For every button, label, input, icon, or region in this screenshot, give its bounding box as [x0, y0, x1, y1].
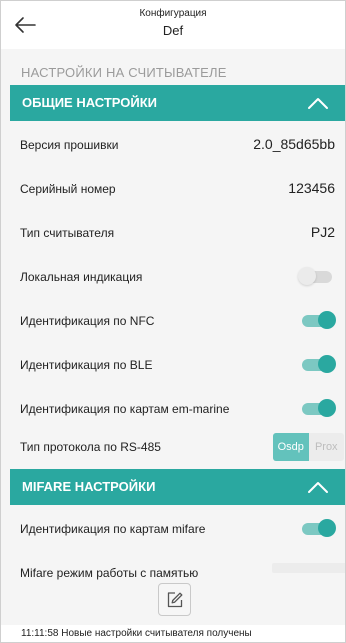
- nfc-toggle[interactable]: [298, 311, 336, 329]
- ble-toggle[interactable]: [298, 355, 336, 373]
- toggle-knob: [318, 519, 336, 537]
- mifare-settings-header[interactable]: MIFARE НАСТРОЙКИ: [10, 469, 345, 505]
- reader-type-value: PJ2: [310, 224, 335, 240]
- rs485-row: Тип протокола по RS-485 Osdp Prox: [10, 425, 345, 469]
- status-message: 11:11:58 Новые настройки считывателя пол…: [1, 625, 345, 642]
- rs485-label: Тип протокола по RS-485: [20, 440, 161, 454]
- top-app-bar: Конфигурация Def: [1, 1, 345, 49]
- firmware-value: 2.0_85d65bb: [253, 136, 335, 152]
- general-settings-title: ОБЩИЕ НАСТРОЙКИ: [22, 95, 158, 110]
- reader-type-label: Тип считывателя: [20, 226, 115, 240]
- ble-label: Идентификация по BLE: [20, 358, 153, 372]
- app-frame: Конфигурация Def НАСТРОЙКИ НА СЧИТЫВАТЕЛ…: [0, 0, 346, 643]
- section-caption: НАСТРОЙКИ НА СЧИТЫВАТЕЛЕ: [21, 65, 227, 80]
- toggle-knob: [318, 355, 336, 373]
- serial-row: Серийный номер 123456: [10, 167, 345, 211]
- rs485-protocol-selector: Osdp Prox: [273, 433, 344, 461]
- nfc-label: Идентификация по NFC: [20, 314, 155, 328]
- protocol-option-osdp[interactable]: Osdp: [273, 433, 309, 461]
- serial-label: Серийный номер: [20, 182, 116, 196]
- mifare-id-label: Идентификация по картам mifare: [20, 522, 206, 536]
- ble-row: Идентификация по BLE: [10, 343, 345, 387]
- memory-mode-label: Mifare режим работы с памятью: [20, 566, 199, 580]
- protocol-option-prox[interactable]: Prox: [309, 433, 345, 461]
- toggle-knob: [298, 267, 316, 285]
- mifare-id-row: Идентификация по картам mifare: [10, 507, 345, 551]
- firmware-label: Версия прошивки: [20, 138, 119, 152]
- general-settings-header[interactable]: ОБЩИЕ НАСТРОЙКИ: [10, 85, 345, 121]
- toggle-knob: [318, 399, 336, 417]
- local-indication-row: Локальная индикация: [10, 255, 345, 299]
- memory-mode-select[interactable]: [272, 563, 345, 573]
- toggle-knob: [318, 311, 336, 329]
- local-indication-label: Локальная индикация: [20, 270, 143, 284]
- mifare-id-toggle[interactable]: [298, 519, 336, 537]
- reader-type-row: Тип считывателя PJ2: [10, 211, 345, 255]
- edit-button[interactable]: [158, 583, 191, 616]
- firmware-row: Версия прошивки 2.0_85d65bb: [10, 123, 345, 167]
- em-marine-label: Идентификация по картам em-marine: [20, 402, 230, 416]
- page-title: Конфигурация: [139, 8, 207, 19]
- chevron-up-icon: [308, 98, 328, 109]
- page-subtitle: Def: [162, 23, 184, 38]
- serial-value: 123456: [288, 180, 335, 196]
- chevron-up-icon: [308, 482, 328, 493]
- mifare-settings-title: MIFARE НАСТРОЙКИ: [22, 479, 156, 494]
- nfc-row: Идентификация по NFC: [10, 299, 345, 343]
- edit-icon: [167, 592, 183, 608]
- local-indication-toggle[interactable]: [298, 267, 336, 285]
- em-marine-toggle[interactable]: [298, 399, 336, 417]
